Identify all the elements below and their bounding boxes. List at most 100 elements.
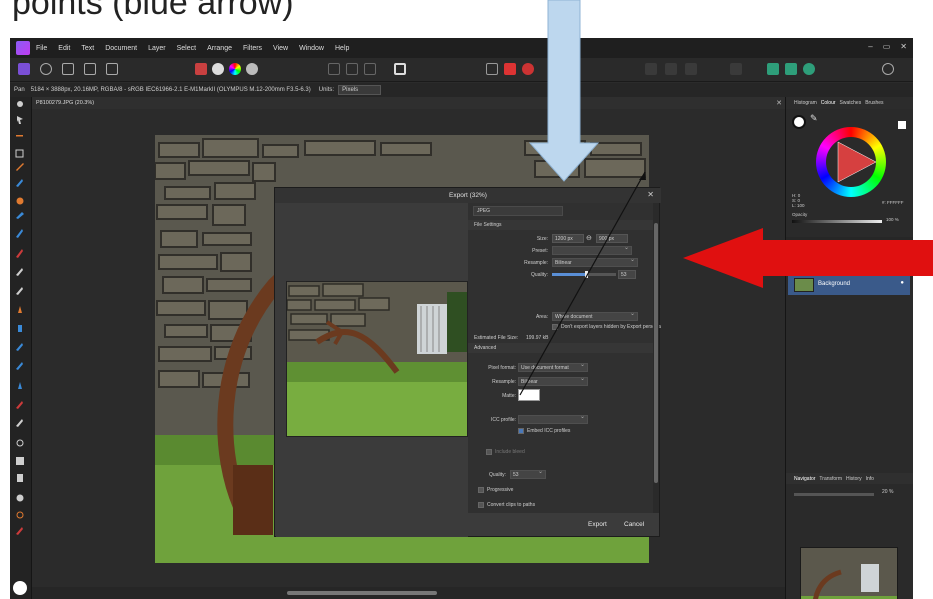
auto-levels-icon[interactable]	[195, 63, 207, 75]
studio-icon-3[interactable]	[803, 63, 815, 75]
auto-white-balance-icon[interactable]	[246, 63, 258, 75]
file-settings-header[interactable]: File Settings	[468, 220, 653, 230]
photo-persona-icon[interactable]	[18, 63, 30, 75]
menu-help[interactable]: Help	[335, 45, 349, 52]
layers-panel: Background ●	[786, 263, 913, 453]
menu-edit[interactable]: Edit	[58, 45, 70, 52]
tab-swatches[interactable]: Swatches	[840, 100, 862, 106]
tools-panel	[10, 97, 32, 599]
link-size-icon[interactable]: ⊖	[586, 234, 592, 242]
quality-field[interactable]: 53	[618, 270, 636, 279]
fill-colour-icon[interactable]	[792, 115, 806, 129]
quality-slider-knob[interactable]	[584, 271, 588, 278]
area-dropdown[interactable]: Whole document	[552, 312, 638, 321]
opacity-value[interactable]: 100 %	[886, 217, 899, 222]
export-button[interactable]: Export	[588, 521, 607, 528]
tab-info[interactable]: Info	[866, 476, 874, 482]
tab-history[interactable]: History	[846, 476, 862, 482]
matte-colour-swatch[interactable]	[518, 389, 540, 401]
develop-persona-icon[interactable]	[62, 63, 74, 75]
close-dialog-icon[interactable]: ✕	[647, 190, 654, 199]
advanced-label: Advanced	[474, 345, 497, 351]
auto-colour-icon[interactable]	[229, 63, 241, 75]
zoom-value[interactable]: 20 %	[882, 489, 893, 495]
auto-contrast-icon[interactable]	[212, 63, 224, 75]
selection-subtract-icon[interactable]	[364, 63, 376, 75]
flip-icon[interactable]	[665, 63, 677, 75]
embed-icc-checkbox[interactable]	[518, 428, 524, 434]
resample-dropdown[interactable]: Bilinear	[552, 258, 638, 267]
colour-picker-icon[interactable]: ✎	[810, 113, 818, 124]
hex-value[interactable]: #: FFFFFF	[882, 200, 904, 205]
studio-icon-1[interactable]	[767, 63, 779, 75]
quality-slider[interactable]	[552, 271, 616, 278]
primary-colour-swatch[interactable]	[13, 581, 27, 595]
preset-dropdown[interactable]	[552, 246, 632, 255]
progressive-checkbox[interactable]	[478, 487, 484, 493]
height-field[interactable]: 900 px	[596, 234, 628, 243]
menu-file[interactable]: File	[36, 45, 47, 52]
opacity-slider[interactable]	[792, 220, 882, 223]
tab-brushes[interactable]: Brushes	[865, 100, 883, 106]
progressive-label: Progressive	[487, 487, 514, 493]
quality-label: Quality:	[531, 272, 548, 278]
arrange-icon[interactable]	[645, 63, 657, 75]
white-swatch[interactable]	[898, 121, 906, 129]
context-toolbar: Pan 5184 × 3888px, 20.16MP, RGBA/8 - sRG…	[10, 83, 913, 97]
format-dropdown[interactable]: JPEG	[473, 206, 563, 216]
layer-background[interactable]: Background ●	[788, 275, 910, 295]
liquify-persona-icon[interactable]	[40, 63, 52, 75]
rotate-icon[interactable]	[685, 63, 697, 75]
menu-window[interactable]: Window	[299, 45, 324, 52]
icc-profile-dropdown[interactable]	[518, 415, 588, 424]
menu-select[interactable]: Select	[177, 45, 196, 52]
include-bleed-checkbox[interactable]	[486, 449, 492, 455]
document-tab[interactable]: P8100279.JPG (20.3%)	[36, 100, 94, 106]
current-tool-label: Pan	[14, 87, 25, 93]
maximize-button[interactable]: ▭	[883, 42, 891, 51]
tab-navigator[interactable]: Navigator	[794, 476, 815, 482]
insert-icon[interactable]	[730, 63, 742, 75]
tab-transform[interactable]: Transform	[819, 476, 842, 482]
convert-clips-checkbox[interactable]	[478, 502, 484, 508]
cancel-button[interactable]: Cancel	[624, 521, 644, 528]
export-persona-icon[interactable]	[106, 63, 118, 75]
menu-layer[interactable]: Layer	[148, 45, 166, 52]
menu-filters[interactable]: Filters	[243, 45, 262, 52]
zoom-slider[interactable]	[794, 493, 874, 496]
dont-export-hidden-checkbox[interactable]	[552, 324, 558, 330]
tab-colour[interactable]: Colour	[821, 100, 836, 106]
units-dropdown[interactable]: Pixels	[338, 85, 382, 95]
close-window-button[interactable]: ✕	[900, 42, 907, 51]
account-icon[interactable]	[882, 63, 894, 75]
adv-resample-dropdown[interactable]: Bilinear	[518, 377, 588, 386]
dialog-scrollbar[interactable]	[653, 203, 659, 513]
horizontal-scroll-thumb[interactable]	[287, 591, 437, 595]
selection-add-icon[interactable]	[346, 63, 358, 75]
studio-icon-2[interactable]	[785, 63, 797, 75]
navigator-thumbnail[interactable]	[800, 547, 898, 599]
navigator-panel: Navigator Transform History Info 20 %	[786, 453, 913, 599]
pixel-format-dropdown[interactable]: Use document format	[518, 363, 588, 372]
snapping-icon[interactable]	[504, 63, 516, 75]
dialog-scroll-thumb[interactable]	[654, 223, 658, 483]
close-document-icon[interactable]: ✕	[776, 99, 782, 107]
menu-document[interactable]: Document	[105, 45, 137, 52]
tab-histogram[interactable]: Histogram	[794, 100, 817, 106]
colour-triangle[interactable]	[816, 127, 886, 197]
advanced-header[interactable]: Advanced	[468, 343, 653, 353]
adv-quality-dropdown[interactable]: 53	[510, 470, 546, 479]
width-field[interactable]: 1200 px	[552, 234, 584, 243]
tone-mapping-persona-icon[interactable]	[84, 63, 96, 75]
menu-view[interactable]: View	[273, 45, 288, 52]
minimize-button[interactable]: –	[868, 42, 872, 51]
layer-visibility-icon[interactable]: ●	[900, 280, 904, 286]
menu-arrange[interactable]: Arrange	[207, 45, 232, 52]
selection-mode-icon[interactable]	[328, 63, 340, 75]
menu-text[interactable]: Text	[81, 45, 94, 52]
quick-mask-icon[interactable]	[394, 63, 406, 75]
horizontal-scrollbar[interactable]	[32, 587, 785, 599]
alignment-icon[interactable]	[486, 63, 498, 75]
colour-wheel[interactable]	[816, 127, 886, 197]
assistant-icon[interactable]	[522, 63, 534, 75]
